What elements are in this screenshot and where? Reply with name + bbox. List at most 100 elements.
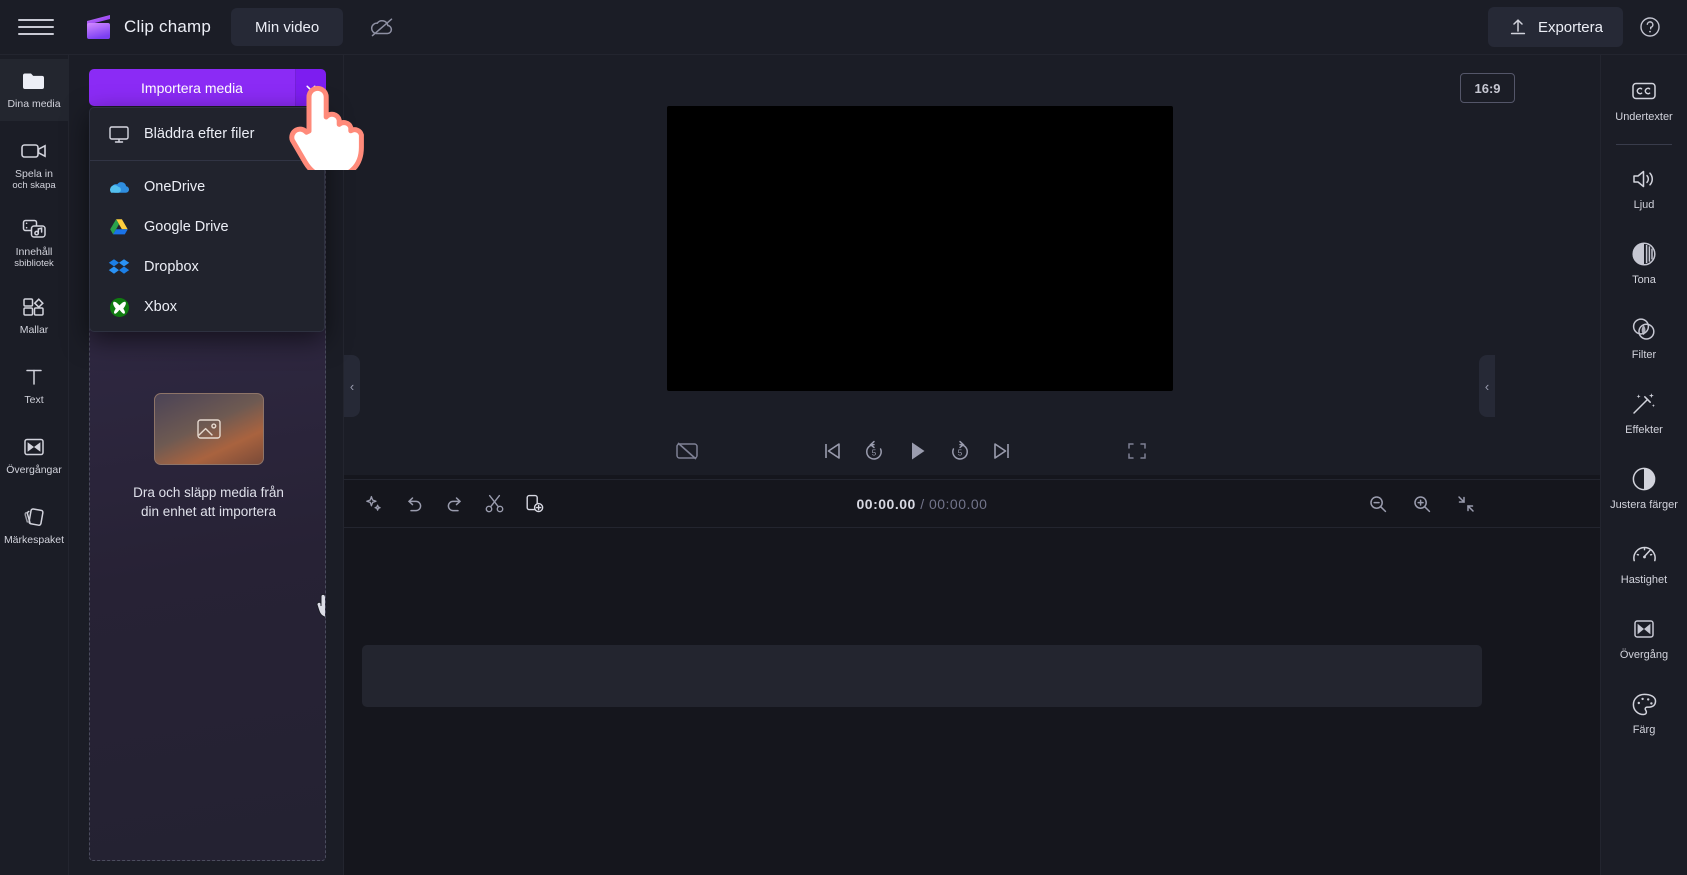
import-media-split-button: Importera media xyxy=(89,69,326,106)
google-drive-icon xyxy=(108,216,130,238)
rail-item-label: Ljud xyxy=(1633,199,1655,211)
palette-icon xyxy=(1631,690,1658,718)
left-sidebar: Dina media Spela in och skapa Innehåll s… xyxy=(0,55,69,875)
effects-wand-icon xyxy=(1630,390,1658,418)
dropdown-item-label: Bläddra efter filer xyxy=(144,126,255,142)
rail-item-filter[interactable]: Filter xyxy=(1601,305,1687,368)
right-sidebar: Undertexter Ljud Tona Filter Effekter Ju… xyxy=(1600,55,1687,875)
fade-icon xyxy=(1631,240,1657,268)
play-button[interactable] xyxy=(904,438,930,464)
timeline-track-placeholder[interactable] xyxy=(362,645,1482,707)
timeline-toolbar: 00:00.00 / 00:00.00 xyxy=(344,479,1687,528)
chevron-down-icon xyxy=(304,81,318,95)
rail-item-tona[interactable]: Tona xyxy=(1601,230,1687,293)
skip-to-end[interactable] xyxy=(990,439,1014,463)
speaker-icon xyxy=(1630,165,1658,193)
dropdown-item-browse-files[interactable]: Bläddra efter filer xyxy=(90,114,324,154)
sidebar-item-overgangar[interactable]: Övergångar xyxy=(0,425,69,487)
image-placeholder-icon xyxy=(194,416,224,442)
dropdown-item-label: Google Drive xyxy=(144,219,229,235)
skip-to-start[interactable] xyxy=(820,439,844,463)
rail-item-ljud[interactable]: Ljud xyxy=(1601,155,1687,218)
chevron-left-icon: ‹ xyxy=(1484,378,1490,394)
speed-gauge-icon xyxy=(1631,540,1658,568)
dropdown-item-dropbox[interactable]: Dropbox xyxy=(90,247,324,287)
timecode-display: 00:00.00 / 00:00.00 xyxy=(344,496,1500,512)
preview-stage: 16:9 5 5 xyxy=(344,55,1600,475)
dropdown-item-label: Xbox xyxy=(144,299,178,315)
text-t-icon xyxy=(22,364,46,390)
sidebar-item-label: Övergångar xyxy=(6,464,62,476)
export-label: Exportera xyxy=(1537,18,1603,36)
dropdown-separator xyxy=(90,160,324,161)
transition-icon xyxy=(1631,615,1657,643)
rail-item-justera-farger[interactable]: Justera färger xyxy=(1601,455,1687,518)
filter-circles-icon xyxy=(1630,315,1658,343)
rail-item-label: Undertexter xyxy=(1615,111,1673,123)
collapse-left-panel-button[interactable]: ‹ xyxy=(344,355,360,417)
xbox-icon xyxy=(108,296,130,318)
brand-name: Clip champ xyxy=(124,17,212,36)
sidebar-item-markespaket[interactable]: Märkespaket xyxy=(0,495,69,557)
brand: Clip champ xyxy=(84,14,211,40)
rail-item-label: Justera färger xyxy=(1610,499,1678,511)
sidebar-item-text[interactable]: Text xyxy=(0,355,69,417)
export-button[interactable]: Exportera xyxy=(1487,7,1623,47)
drag-hand-icon xyxy=(312,585,325,623)
total-time: 00:00.00 xyxy=(928,495,988,512)
sidebar-item-mallar[interactable]: Mallar xyxy=(0,285,69,347)
video-camera-icon xyxy=(20,138,48,164)
sidebar-item-innehallsbibliotek[interactable]: Innehåll sbibliotek xyxy=(0,207,69,277)
brand-kit-icon xyxy=(21,504,47,530)
content-library-icon xyxy=(21,216,48,242)
project-tab[interactable]: Min video xyxy=(231,8,344,46)
timeline-body[interactable] xyxy=(344,528,1687,875)
help-circle-icon[interactable] xyxy=(1633,10,1667,44)
top-bar-right-group: Exportera xyxy=(1487,7,1687,47)
svg-text:5: 5 xyxy=(958,448,963,457)
dropdown-item-google-drive[interactable]: Google Drive xyxy=(90,207,324,247)
adjust-colors-icon xyxy=(1631,465,1657,493)
dropbox-icon xyxy=(108,256,130,278)
rail-item-label: Hastighet xyxy=(1620,574,1668,586)
import-media-dropdown-toggle[interactable] xyxy=(296,69,326,106)
rail-item-label: Effekter xyxy=(1625,424,1663,436)
import-media-button[interactable]: Importera media xyxy=(89,69,295,106)
sidebar-item-spela-in-och-skapa[interactable]: Spela in och skapa xyxy=(0,129,69,199)
collapse-right-panel-button[interactable]: ‹ xyxy=(1479,355,1495,417)
rail-item-effekter[interactable]: Effekter xyxy=(1601,380,1687,443)
sidebar-item-label: Spela in och skapa xyxy=(12,168,56,191)
dropzone-content: Dra och släpp media från din enhet att i… xyxy=(90,393,325,521)
rail-item-undertexter[interactable]: Undertexter xyxy=(1601,67,1687,130)
rewind-five-seconds[interactable]: 5 xyxy=(862,439,886,463)
hamburger-menu-icon[interactable] xyxy=(18,12,54,42)
video-preview-canvas[interactable] xyxy=(667,106,1173,391)
dropdown-item-onedrive[interactable]: OneDrive xyxy=(90,167,324,207)
svg-text:5: 5 xyxy=(872,448,877,457)
clipchamp-logo-icon xyxy=(84,14,114,40)
folder-icon xyxy=(21,68,48,94)
sidebar-item-dina-media[interactable]: Dina media xyxy=(0,59,69,121)
dropdown-item-xbox[interactable]: Xbox xyxy=(90,287,324,327)
top-bar: Clip champ Min video Exportera xyxy=(0,0,1687,55)
captions-toggle[interactable] xyxy=(674,439,700,463)
rail-item-label: Färg xyxy=(1632,724,1656,736)
transitions-icon xyxy=(21,434,47,460)
forward-five-seconds[interactable]: 5 xyxy=(948,439,972,463)
dropzone-thumbnail xyxy=(153,393,264,465)
rail-item-label: Filter xyxy=(1631,349,1657,361)
sidebar-item-label: Dina media xyxy=(7,98,61,110)
rail-item-overgang[interactable]: Övergång xyxy=(1601,605,1687,668)
sidebar-item-label: Mallar xyxy=(19,324,49,336)
upload-arrow-icon xyxy=(1508,17,1528,37)
rail-item-hastighet[interactable]: Hastighet xyxy=(1601,530,1687,593)
import-media-dropdown-menu: Bläddra efter filer OneDrive Google Driv… xyxy=(89,107,325,332)
chevron-left-icon: ‹ xyxy=(349,378,355,394)
closed-captions-icon xyxy=(1630,77,1658,105)
rail-item-farg[interactable]: Färg xyxy=(1601,680,1687,743)
aspect-ratio-button[interactable]: 16:9 xyxy=(1460,73,1515,103)
monitor-icon xyxy=(108,123,130,145)
fullscreen-button[interactable] xyxy=(1126,440,1148,462)
dropdown-item-label: OneDrive xyxy=(144,179,206,195)
cloud-off-icon[interactable] xyxy=(365,12,399,42)
